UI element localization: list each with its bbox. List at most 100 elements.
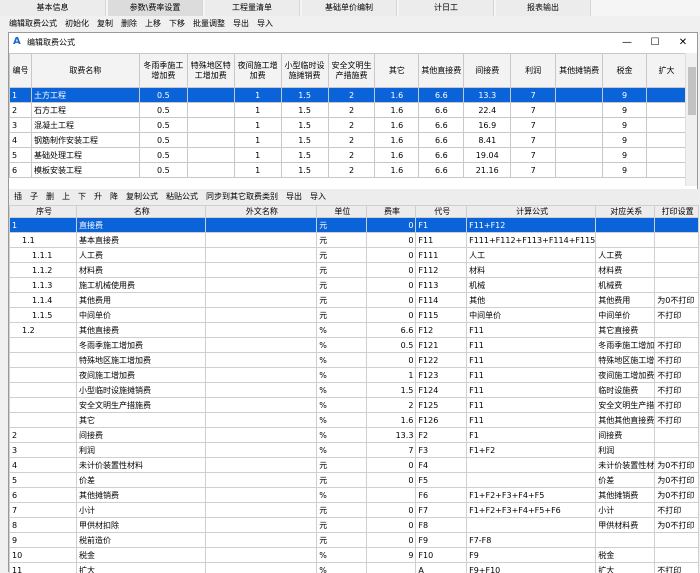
table-cell[interactable]: 13.3	[365, 427, 417, 443]
table-cell[interactable]: 6.6	[365, 322, 417, 338]
table-cell[interactable]: %	[316, 547, 367, 563]
table-cell[interactable]: 元	[316, 307, 367, 323]
table-row[interactable]: 5 价差元 0 F5 价差 为0不打印	[9, 472, 699, 488]
formula-toolbar-button-11[interactable]: 导入	[310, 189, 326, 205]
table-row[interactable]: 4 未计价装置性材料 元 0 F4 未计价装置性材 为0不打印	[9, 457, 699, 473]
table-cell[interactable]	[186, 102, 235, 118]
formula-toolbar-button-5[interactable]: 升	[94, 189, 102, 205]
table-cell[interactable]: F111+F112+F113+F114+F115	[466, 232, 597, 248]
table-cell[interactable]: 元	[316, 457, 367, 473]
table-cell[interactable]: F4	[415, 457, 468, 473]
table-cell[interactable]: 0.5	[138, 147, 188, 163]
tab-1[interactable]: 参数\费率设置	[108, 0, 203, 16]
table-cell[interactable]	[645, 147, 687, 163]
formula-toolbar-button-1[interactable]: 子	[30, 189, 38, 205]
table-cell[interactable]	[645, 162, 687, 178]
table-cell[interactable]: 为0不打印	[654, 487, 699, 503]
table-cell[interactable]: 0	[365, 517, 417, 533]
table-cell[interactable]: %	[316, 562, 367, 573]
table-cell[interactable]: 1.5	[280, 102, 329, 118]
table-cell[interactable]: 0	[365, 352, 417, 368]
column-header[interactable]: 扩大	[645, 53, 687, 88]
formula-toolbar-button-4[interactable]: 下	[78, 189, 86, 205]
table-cell[interactable]: 模板安装工程	[30, 162, 140, 178]
table-cell[interactable]: 0	[365, 217, 417, 233]
table-cell[interactable]: 机械费	[595, 277, 656, 293]
table-cell[interactable]	[204, 472, 318, 488]
formula-toolbar-button-10[interactable]: 导出	[286, 189, 302, 205]
table-cell[interactable]: 4	[9, 457, 78, 473]
table-cell[interactable]: 3	[9, 117, 32, 133]
table-cell[interactable]: 1.6	[374, 117, 420, 133]
table-cell[interactable]	[555, 147, 604, 163]
table-cell[interactable]: 税金	[76, 547, 206, 563]
table-cell[interactable]	[204, 442, 318, 458]
table-cell[interactable]	[645, 102, 687, 118]
table-row[interactable]: 1.1.3 施工机械使用费 元 0 F113 机械 机械费	[9, 277, 699, 293]
table-cell[interactable]: 2	[327, 132, 376, 148]
table-cell[interactable]: %	[316, 442, 367, 458]
table-cell[interactable]	[9, 367, 78, 383]
table-cell[interactable]	[595, 232, 656, 248]
table-row[interactable]: 3 利润% 7 F3 F1+F2 利润	[9, 442, 699, 458]
table-cell[interactable]: 小型临时设施摊销费	[76, 382, 206, 398]
table-cell[interactable]: 扩大	[76, 562, 206, 573]
table-cell[interactable]: 元	[316, 472, 367, 488]
table-cell[interactable]	[595, 217, 656, 233]
table-cell[interactable]: 材料	[466, 262, 597, 278]
table-cell[interactable]	[204, 517, 318, 533]
table-cell[interactable]: F2	[415, 427, 468, 443]
table-cell[interactable]: 钢筋制作安装工程	[30, 132, 140, 148]
table-row[interactable]: 4 钢筋制作安装工程 0.5 1 1.5 2 1.6 6.6 8.41 7 9	[9, 132, 687, 148]
table-cell[interactable]	[555, 102, 604, 118]
table-cell[interactable]: 其它直接费	[595, 322, 656, 338]
table-cell[interactable]: %	[316, 412, 367, 428]
table-cell[interactable]: 0	[365, 532, 417, 548]
toolbar-button-2[interactable]: 复制	[97, 17, 113, 31]
table-cell[interactable]: 其它	[76, 412, 206, 428]
column-header[interactable]: 小型临时设施摊销费	[280, 53, 329, 88]
table-cell[interactable]: 5	[9, 147, 32, 163]
table-cell[interactable]	[9, 397, 78, 413]
table-cell[interactable]	[654, 217, 699, 233]
table-cell[interactable]	[186, 117, 235, 133]
tab-4[interactable]: 计日工	[399, 0, 494, 16]
table-cell[interactable]: 2	[9, 102, 32, 118]
table-cell[interactable]: %	[316, 397, 367, 413]
table-cell[interactable]: 未计价装置性材料	[76, 457, 206, 473]
table-cell[interactable]	[654, 427, 699, 443]
table-cell[interactable]: 其他摊销费	[595, 487, 656, 503]
table-cell[interactable]: 0	[365, 262, 417, 278]
table-row[interactable]: 1.1.2 材料费元 0 F112 材料 材料费	[9, 262, 699, 278]
column-header[interactable]: 取费名称	[30, 53, 140, 88]
table-cell[interactable]: F125	[415, 397, 468, 413]
table-cell[interactable]: 小计	[595, 502, 656, 518]
table-cell[interactable]	[204, 292, 318, 308]
table-row[interactable]: 1.2 其他直接费% 6.6 F12 F11 其它直接费	[9, 322, 699, 338]
table-cell[interactable]: 元	[316, 517, 367, 533]
table-cell[interactable]: 利润	[595, 442, 656, 458]
toolbar-button-1[interactable]: 初始化	[65, 17, 89, 31]
table-cell[interactable]: 甲供材扣除	[76, 517, 206, 533]
column-header[interactable]: 编号	[9, 53, 32, 88]
table-cell[interactable]: F11+F12	[466, 217, 597, 233]
table-row[interactable]: 1.1 基本直接费 元 0 F11 F111+F112+F113+F114+F115	[9, 232, 699, 248]
table-cell[interactable]: 不打印	[654, 562, 699, 573]
formula-toolbar-button-3[interactable]: 上	[62, 189, 70, 205]
table-cell[interactable]: 6	[9, 487, 78, 503]
table-cell[interactable]: F6	[415, 487, 468, 503]
table-cell[interactable]: 8	[9, 517, 78, 533]
table-cell[interactable]: 不打印	[654, 307, 699, 323]
table-row[interactable]: 其它% 1.6 F126 F11 其他其他直接费 不打印	[9, 412, 699, 428]
table-cell[interactable]: 1	[365, 367, 417, 383]
table-cell[interactable]: 1	[233, 87, 282, 103]
table-cell[interactable]: F11	[466, 337, 597, 353]
table-cell[interactable]: 安全文明生产措施费	[76, 397, 206, 413]
table-cell[interactable]: 0	[365, 502, 417, 518]
column-header[interactable]: 名称	[76, 205, 206, 218]
toolbar-button-6[interactable]: 批量调整	[193, 17, 225, 31]
table-cell[interactable]: 0	[365, 247, 417, 263]
table-cell[interactable]: F11	[466, 397, 597, 413]
table-row[interactable]: 11 扩大% A F9+F10 扩大 不打印	[9, 562, 699, 573]
table-cell[interactable]: 8.41	[463, 132, 512, 148]
